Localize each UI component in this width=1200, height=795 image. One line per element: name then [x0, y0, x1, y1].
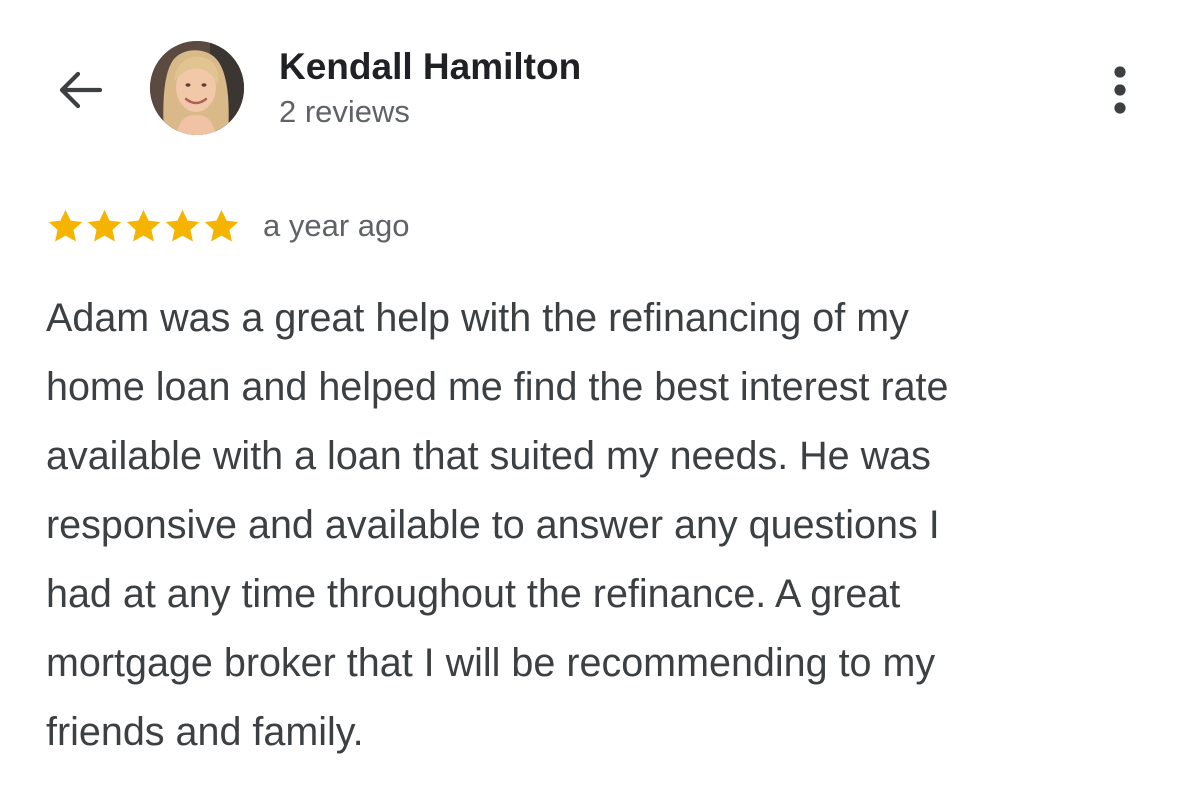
back-button[interactable]	[52, 62, 108, 118]
more-vertical-icon	[1114, 66, 1126, 114]
review-text-line: friends and family.	[46, 710, 364, 754]
arrow-left-icon	[59, 71, 103, 109]
more-options-button[interactable]	[1098, 60, 1142, 120]
avatar[interactable]	[150, 41, 244, 135]
review-text-line: mortgage broker that I will be recommend…	[46, 641, 936, 685]
review-text-line: Adam was a great help with the refinanci…	[46, 296, 909, 340]
star-filled-icon	[165, 209, 200, 241]
star-filled-icon	[126, 209, 161, 241]
reviewer-photo	[150, 41, 244, 135]
review-text-line: home loan and helped me find the best in…	[46, 365, 949, 409]
star-filled-icon	[87, 209, 122, 241]
review-time: a year ago	[263, 208, 410, 243]
reviewer-name[interactable]: Kendall Hamilton	[279, 44, 581, 90]
review-count: 2 reviews	[279, 94, 410, 129]
review-text-line: had at any time throughout the refinance…	[46, 572, 901, 616]
star-filled-icon	[204, 209, 239, 241]
star-filled-icon	[48, 209, 83, 241]
review-text: Adam was a great help with the refinanci…	[46, 284, 1156, 767]
review-detail-page: Kendall Hamilton 2 reviews a year ago Ad…	[0, 0, 1200, 795]
review-text-line: responsive and available to answer any q…	[46, 503, 940, 547]
rating-row: a year ago	[46, 203, 410, 249]
review-text-line: available with a loan that suited my nee…	[46, 434, 931, 478]
star-rating	[46, 207, 241, 246]
